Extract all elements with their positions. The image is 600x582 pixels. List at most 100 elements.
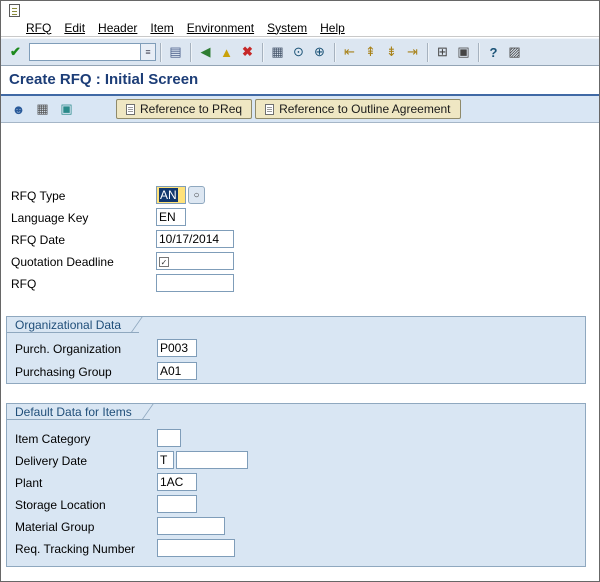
reference-to-preq-label: Reference to PReq [140, 102, 243, 116]
menu-item-help[interactable]: Help [320, 21, 345, 35]
application-toolbar: ☻ ▦ ▣ Reference to PReq Reference to Out… [1, 96, 599, 123]
command-history-icon[interactable]: ≡ [141, 43, 156, 61]
rfq-type-label: RFQ Type [11, 189, 66, 203]
command-input[interactable] [29, 43, 141, 61]
menu-item-edit[interactable]: Edit [64, 21, 85, 35]
language-key-label: Language Key [11, 211, 89, 225]
rfq-type-matchcode-button[interactable]: ○ [188, 186, 205, 204]
purch-organization-input[interactable] [157, 339, 197, 357]
field-row-delivery-date: Delivery Date [7, 451, 585, 471]
field-row-rfq-type: RFQ Type AN ○ [1, 186, 599, 206]
user-icon[interactable]: ☻ [8, 99, 29, 119]
req-tracking-number-label: Req. Tracking Number [15, 542, 136, 556]
create-shortcut-icon[interactable]: ▣ [453, 42, 474, 63]
field-row-material-group: Material Group [7, 517, 585, 537]
toolbar-separator [190, 42, 191, 62]
menu-bar: RFQ Edit Header Item Environment System … [1, 19, 599, 37]
field-row-purch-organization: Purch. Organization [7, 339, 585, 359]
back-icon[interactable]: ◀ [195, 42, 216, 63]
material-group-label: Material Group [15, 520, 95, 534]
toolbar-separator [262, 42, 263, 62]
default-data-for-items-header: Default Data for Items [7, 403, 154, 420]
toolbar-separator [427, 42, 428, 62]
menu-item-rfq[interactable]: RFQ [26, 21, 51, 35]
menu-item-item[interactable]: Item [150, 21, 173, 35]
document-icon [126, 103, 135, 115]
new-session-icon[interactable]: ⊞ [432, 42, 453, 63]
find-icon[interactable]: ⊙ [288, 42, 309, 63]
print-icon[interactable]: ▦ [267, 42, 288, 63]
main-area: RFQ Type AN ○ Language Key RFQ Date Quot… [1, 123, 599, 581]
toolbar-separator [478, 42, 479, 62]
copy-icon[interactable]: ▣ [56, 99, 77, 119]
default-data-for-items-group: Default Data for Items Item Category Del… [6, 403, 586, 567]
field-row-language-key: Language Key [1, 208, 599, 228]
rfq-type-value: AN [159, 188, 178, 202]
group-header-slant [132, 403, 154, 420]
field-row-storage-location: Storage Location [7, 495, 585, 515]
system-menu-row [1, 1, 599, 19]
reference-to-outline-agreement-button[interactable]: Reference to Outline Agreement [255, 99, 461, 119]
purchasing-group-input[interactable] [157, 362, 197, 380]
organizational-data-title: Organizational Data [15, 317, 122, 332]
delivery-date-category-input[interactable] [157, 451, 174, 469]
exit-icon[interactable]: ▲ [216, 42, 237, 63]
toolbar-separator [160, 42, 161, 62]
find-next-icon[interactable]: ⊕ [309, 42, 330, 63]
reference-to-outline-agreement-label: Reference to Outline Agreement [279, 102, 451, 116]
rfq-label: RFQ [11, 277, 37, 291]
toolbar-separator [334, 42, 335, 62]
next-page-icon[interactable]: ⇟ [381, 42, 402, 63]
sap-window: RFQ Edit Header Item Environment System … [0, 0, 600, 582]
purch-organization-label: Purch. Organization [15, 342, 122, 356]
purchasing-group-label: Purchasing Group [15, 365, 112, 379]
rfq-date-label: RFQ Date [11, 233, 66, 247]
standard-toolbar: ✔ ≡ ▤ ◀ ▲ ✖ ▦ ⊙ ⊕ ⇤ ⇞ ⇟ ⇥ ⊞ ▣ ? ▨ [1, 38, 599, 66]
quotation-deadline-input[interactable]: ✓ [156, 252, 234, 270]
printer-icon[interactable]: ▦ [32, 99, 53, 119]
organizational-data-group: Organizational Data Purch. Organization … [6, 316, 586, 384]
menu-item-environment[interactable]: Environment [187, 21, 254, 35]
item-category-label: Item Category [15, 432, 91, 446]
menu-item-header[interactable]: Header [98, 21, 137, 35]
required-entry-icon: ✓ [159, 257, 169, 267]
field-row-req-tracking-number: Req. Tracking Number [7, 539, 585, 559]
organizational-data-header: Organizational Data [7, 316, 143, 333]
enter-icon[interactable]: ✔ [5, 42, 26, 63]
reference-to-preq-button[interactable]: Reference to PReq [116, 99, 253, 119]
default-data-for-items-title: Default Data for Items [15, 404, 132, 419]
delivery-date-input[interactable] [176, 451, 248, 469]
field-row-quotation-deadline: Quotation Deadline ✓ [1, 252, 599, 272]
field-row-rfq-date: RFQ Date [1, 230, 599, 250]
customize-layout-icon[interactable]: ▨ [504, 42, 525, 63]
page-title: Create RFQ : Initial Screen [9, 71, 199, 88]
previous-page-icon[interactable]: ⇞ [360, 42, 381, 63]
plant-label: Plant [15, 476, 43, 490]
title-bar: Create RFQ : Initial Screen [1, 66, 599, 94]
quotation-deadline-label: Quotation Deadline [11, 255, 114, 269]
delivery-date-label: Delivery Date [15, 454, 88, 468]
plant-input[interactable] [157, 473, 197, 491]
rfq-type-input[interactable]: AN [156, 186, 186, 204]
group-header-slant [121, 316, 143, 333]
rfq-input[interactable] [156, 274, 234, 292]
material-group-input[interactable] [157, 517, 225, 535]
req-tracking-number-input[interactable] [157, 539, 235, 557]
item-category-input[interactable] [157, 429, 181, 447]
field-row-plant: Plant [7, 473, 585, 493]
help-icon[interactable]: ? [483, 42, 504, 63]
language-key-input[interactable] [156, 208, 186, 226]
document-icon [265, 103, 275, 115]
rfq-date-input[interactable] [156, 230, 234, 248]
last-page-icon[interactable]: ⇥ [402, 42, 423, 63]
field-row-purchasing-group: Purchasing Group [7, 362, 585, 382]
save-icon[interactable]: ▤ [165, 42, 186, 63]
storage-location-label: Storage Location [15, 498, 106, 512]
menu-item-system[interactable]: System [267, 21, 307, 35]
system-menu-icon[interactable] [9, 4, 20, 17]
field-row-item-category: Item Category [7, 429, 585, 449]
field-row-rfq: RFQ [1, 274, 599, 294]
first-page-icon[interactable]: ⇤ [339, 42, 360, 63]
cancel-icon[interactable]: ✖ [237, 42, 258, 63]
storage-location-input[interactable] [157, 495, 197, 513]
